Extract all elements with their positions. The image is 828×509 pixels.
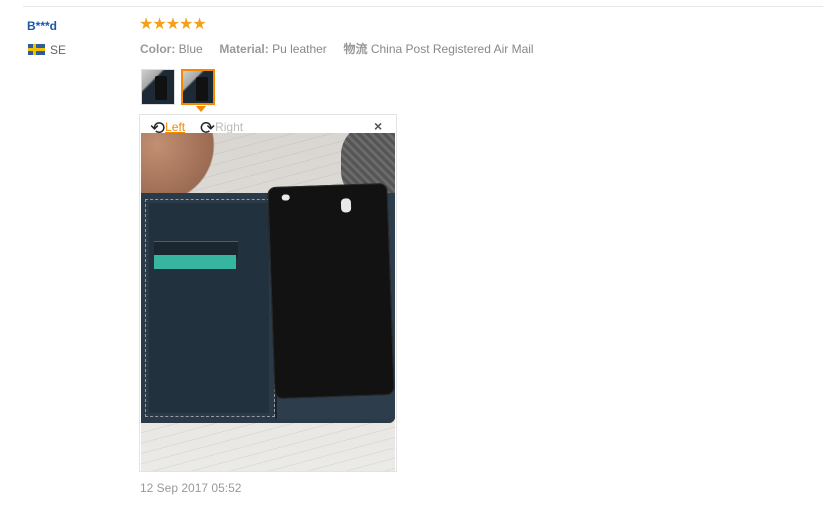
color-value: Blue bbox=[178, 42, 203, 56]
active-thumbnail-caret bbox=[196, 106, 206, 112]
reviewer-country: SE bbox=[50, 43, 67, 57]
shipping-label: 物流 bbox=[343, 42, 368, 56]
review-page: B***d SE ★★★★★ Color: Blue Material: Pu … bbox=[0, 0, 828, 509]
shipping-value: China Post Registered Air Mail bbox=[370, 42, 534, 56]
divider bbox=[23, 6, 823, 7]
review-photo bbox=[141, 133, 395, 471]
color-label: Color: bbox=[140, 42, 176, 56]
rotate-left-label: Left bbox=[165, 120, 186, 134]
review-thumbnail-2[interactable] bbox=[181, 69, 215, 105]
rotate-right-label: Right bbox=[215, 120, 244, 134]
material-label: Material: bbox=[219, 42, 269, 56]
order-attributes: Color: Blue Material: Pu leather 物流 Chin… bbox=[140, 40, 534, 57]
rating-stars: ★★★★★ bbox=[139, 16, 207, 33]
sweden-flag-icon bbox=[28, 44, 45, 55]
reviewer-name: B***d bbox=[27, 19, 58, 33]
review-thumbnail-1[interactable] bbox=[141, 69, 175, 105]
material-value: Pu leather bbox=[272, 42, 327, 56]
review-date: 12 Sep 2017 05:52 bbox=[140, 481, 242, 495]
close-icon[interactable]: × bbox=[374, 118, 382, 134]
image-viewer: ⟲Left ⟳Right × bbox=[139, 114, 397, 472]
